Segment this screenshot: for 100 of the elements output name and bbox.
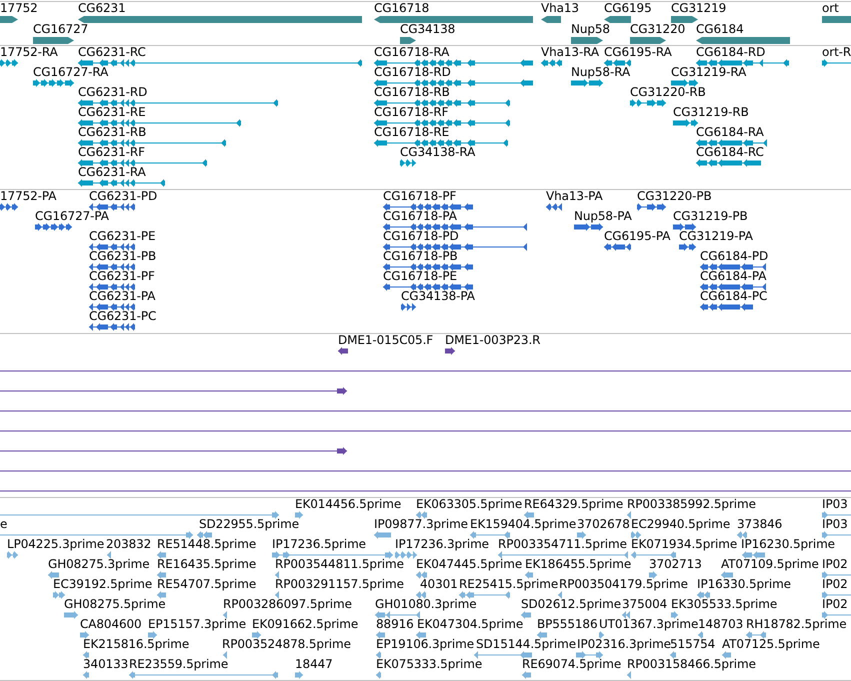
est-label: IP17236.3prime	[395, 537, 489, 551]
transcript-label: CG16718-RA	[374, 45, 450, 59]
est-label: 340133	[83, 657, 128, 671]
transcript-label: 17752-RA	[0, 45, 58, 59]
est-label: RP003385992.5prime	[627, 497, 756, 511]
gene-label: ort	[822, 1, 839, 15]
est-label: RE16435.5prime	[157, 557, 256, 571]
protein-label: Nup58-PA	[574, 209, 632, 223]
clone-label: DME1-015C05.F	[338, 333, 434, 347]
est-label: EC39192.5prime	[53, 577, 152, 591]
gene-label: CG16727	[33, 22, 88, 36]
est-label: EK047304.5prime	[417, 617, 524, 631]
est-label: RE25415.5prime	[459, 577, 558, 591]
gene-label: CG6184	[696, 22, 744, 36]
protein-label: CG6231-PB	[89, 249, 156, 263]
est-label: RP003354711.5prime	[498, 537, 627, 551]
est-label: RP003286097.5prime	[223, 597, 352, 611]
est-label: GH08275.5prime	[64, 597, 166, 611]
gene-label: CG6231	[78, 1, 126, 15]
est-label: IP09877.3prime	[374, 517, 468, 531]
protein-label: CG16718-PF	[383, 189, 456, 203]
est-label: GH08275.3prime	[48, 557, 150, 571]
transcript-label: CG6231-RC	[78, 45, 146, 59]
est-label: EP19106.3prime	[376, 637, 474, 651]
protein-label: CG16727-PA	[35, 209, 109, 223]
est-label: RP003158466.5prime	[627, 657, 756, 671]
est-label: RE23559.5prime	[129, 657, 228, 671]
est-label: IP03	[822, 497, 848, 511]
est-label: RE64329.5prime	[524, 497, 624, 511]
est-label: e	[0, 517, 8, 531]
est-label: 375004	[622, 597, 668, 611]
transcript-label: Vha13-RA	[541, 45, 600, 59]
est-label: BP555186	[537, 617, 598, 631]
protein-label: CG6184-PD	[700, 249, 768, 263]
transcript-label: ort-R	[822, 45, 851, 59]
est-label: IP17236.5prime	[272, 537, 366, 551]
transcript-label: CG6231-RB	[78, 125, 146, 139]
est-label: IP16230.5prime	[741, 537, 835, 551]
transcript-label: CG34138-RA	[400, 145, 476, 159]
est-label: CA804600	[80, 617, 142, 631]
protein-label: CG6231-PD	[89, 189, 158, 203]
est-label: EK063305.5prime	[416, 497, 522, 511]
est-label: EK159404.5prime	[470, 517, 576, 531]
est-label: 515754	[670, 637, 716, 651]
est-label: AT07109.5prime	[721, 557, 819, 571]
protein-label: CG6231-PE	[89, 229, 156, 243]
est-label: EP15157.3prime	[148, 617, 246, 631]
protein-label: CG31219-PB	[673, 209, 748, 223]
est-label: GH01080.3prime	[375, 597, 477, 611]
transcript-label: CG16718-RE	[374, 125, 450, 139]
est-label: RE51448.5prime	[157, 537, 256, 551]
est-label: EK091662.5prime	[252, 617, 358, 631]
protein-label: CG6231-PC	[89, 309, 156, 323]
transcript-label: CG31219-RB	[673, 105, 749, 119]
est-label: EK047445.5prime	[416, 557, 522, 571]
transcript-label: CG6184-RA	[696, 125, 764, 139]
protein-label: 17752-PA	[0, 189, 56, 203]
est-label: UT01367.3prime	[599, 617, 698, 631]
est-label: IP02	[822, 577, 848, 591]
clone-label: DME1-003P23.R	[445, 333, 540, 347]
protein-label: CG16718-PB	[383, 249, 458, 263]
est-label: EK305533.5prime	[671, 597, 778, 611]
est-label: 203832	[106, 537, 152, 551]
est-label: 3702713	[649, 557, 702, 571]
est-label: IP02	[822, 557, 848, 571]
est-label: EK186455.5prime	[525, 557, 632, 571]
transcript-label: CG31220-RB	[630, 85, 706, 99]
est-label: SD22955.5prime	[199, 517, 300, 531]
est-label: 18447	[295, 657, 333, 671]
protein-label: CG16718-PE	[383, 269, 458, 283]
protein-label: CG16718-PD	[383, 229, 459, 243]
transcript-label: CG16727-RA	[33, 65, 108, 79]
est-label: RP003544811.5prime	[275, 557, 404, 571]
est-label: SD15144.5prime	[476, 637, 576, 651]
est-label: EK071934.5prime	[631, 537, 738, 551]
protein-label: Vha13-PA	[546, 189, 603, 203]
protein-label: CG31220-PB	[637, 189, 712, 203]
est-label: IP03	[822, 517, 848, 531]
protein-label: CG6184-PA	[700, 269, 766, 283]
est-label: RP003504179.5prime	[559, 577, 688, 591]
est-label: EK215816.5prime	[83, 637, 190, 651]
est-label: RE54707.5prime	[157, 577, 256, 591]
est-label: RE69074.5prime	[522, 657, 622, 671]
transcript-label: CG6231-RF	[78, 145, 145, 159]
est-label: 40301	[420, 577, 458, 591]
est-label: IP02	[822, 597, 848, 611]
protein-label: CG16718-PA	[383, 209, 457, 223]
est-label: EC29940.5prime	[631, 517, 730, 531]
protein-label: CG34138-PA	[401, 289, 475, 303]
gene-label: CG31220	[630, 22, 686, 36]
est-label: RH18782.5prime	[746, 617, 847, 631]
est-label: AT07125.5prime	[722, 637, 820, 651]
transcript-label: CG6231-RD	[78, 85, 148, 99]
est-label: 3702678	[577, 517, 630, 531]
protein-label: CG6195-PA	[604, 229, 670, 243]
est-label: RP003291157.5prime	[275, 577, 404, 591]
est-label: SD02612.5prime	[521, 597, 622, 611]
transcript-label: CG6184-RD	[696, 45, 766, 59]
est-label: 148703	[698, 617, 744, 631]
transcript-label: CG6231-RA	[78, 165, 146, 179]
